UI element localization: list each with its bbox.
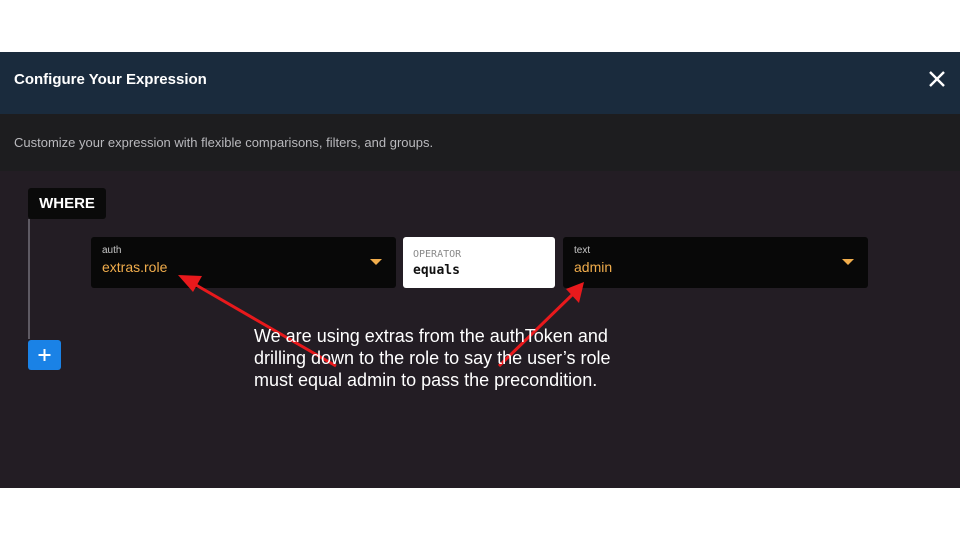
annotation-line: must equal admin to pass the preconditio… (254, 370, 598, 390)
annotation-arrows (178, 275, 584, 368)
annotation-line: We are using extras from the authToken a… (254, 326, 608, 346)
annotation-text: We are using extras from the authToken a… (254, 325, 674, 391)
annotation-line: drilling down to the role to say the use… (254, 348, 611, 368)
